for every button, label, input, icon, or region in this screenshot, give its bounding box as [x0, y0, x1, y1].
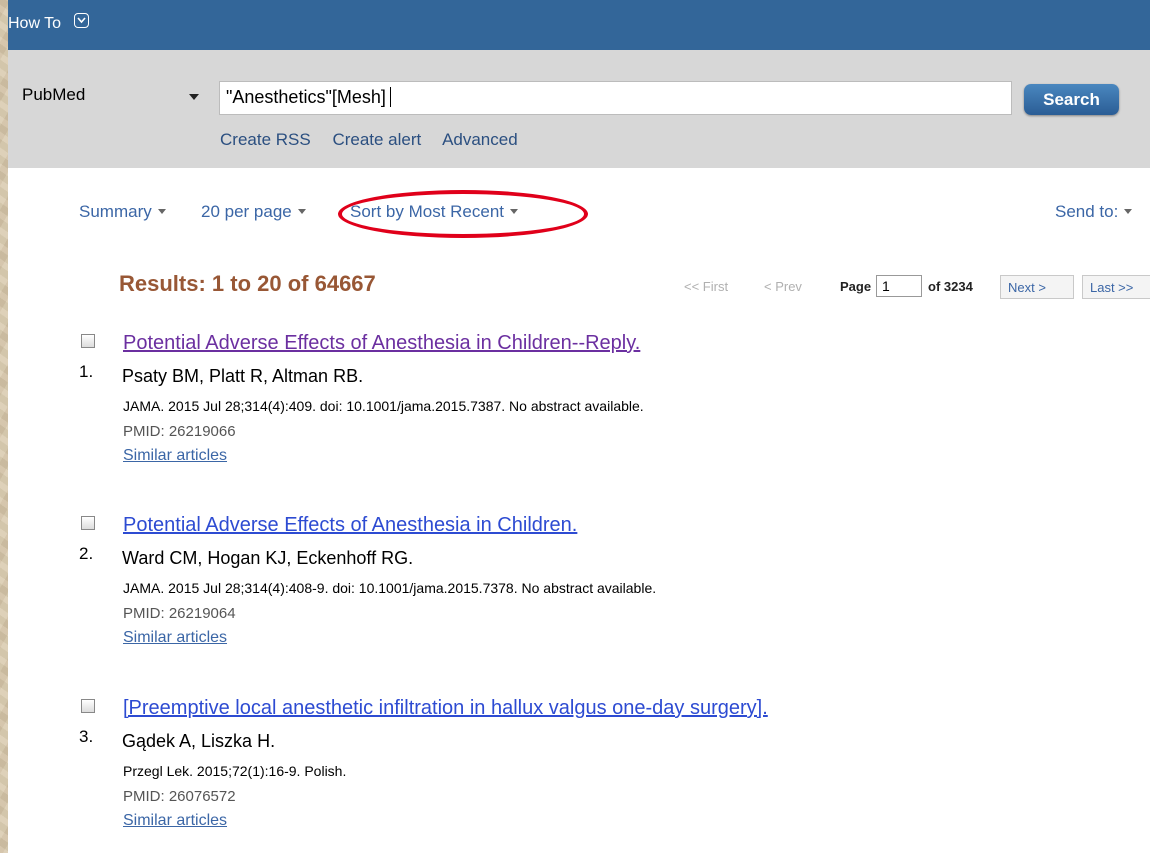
database-select[interactable]: PubMed [18, 82, 208, 110]
text-caret [389, 87, 391, 107]
pager-page-label: Page [840, 279, 872, 294]
result-pmid: PMID: 26219064 [123, 605, 236, 622]
result-title-link[interactable]: Potential Adverse Effects of Anesthesia … [123, 514, 577, 537]
advanced-link[interactable]: Advanced [442, 130, 518, 149]
search-input-value: "Anesthetics"[Mesh] [226, 87, 386, 107]
create-alert-link[interactable]: Create alert [332, 130, 421, 149]
pager-total: of 3234 [928, 279, 973, 294]
create-rss-link[interactable]: Create RSS [220, 130, 311, 149]
result-item: Potential Adverse Effects of Anesthesia … [8, 514, 1150, 664]
result-item: Potential Adverse Effects of Anesthesia … [8, 332, 1150, 482]
pager-prev[interactable]: < Prev [764, 279, 802, 294]
dropdown-arrow-icon [189, 94, 199, 100]
similar-articles-link[interactable]: Similar articles [123, 629, 227, 647]
send-to-menu-label: Send to: [1055, 202, 1119, 221]
result-item: [Preemptive local anesthetic infiltratio… [8, 697, 1150, 847]
format-menu-label: Summary [79, 202, 152, 221]
result-pmid: PMID: 26076572 [123, 788, 236, 805]
result-number: 3. [79, 727, 94, 746]
search-button[interactable]: Search [1024, 84, 1119, 115]
result-authors: Gądek A, Liszka H. [122, 731, 276, 751]
result-checkbox[interactable] [81, 516, 95, 530]
pager-next-button[interactable]: Next > [1000, 275, 1074, 299]
pager-first[interactable]: << First [684, 279, 728, 294]
result-checkbox[interactable] [81, 699, 95, 713]
send-to-menu[interactable]: Send to: [1055, 202, 1133, 222]
search-input[interactable]: "Anesthetics"[Mesh] [219, 81, 1012, 115]
howto-bar: How To [8, 0, 1150, 50]
pager-last-button[interactable]: Last >> [1082, 275, 1150, 299]
chevron-down-icon[interactable] [74, 13, 89, 28]
database-select-value: PubMed [22, 85, 86, 104]
per-page-menu[interactable]: 20 per page [201, 202, 306, 222]
per-page-menu-label: 20 per page [201, 202, 292, 221]
similar-articles-link[interactable]: Similar articles [123, 447, 227, 465]
howto-label[interactable]: How To [8, 15, 61, 33]
dropdown-arrow-icon [1124, 209, 1133, 214]
dropdown-arrow-icon [297, 209, 306, 214]
result-title-link[interactable]: [Preemptive local anesthetic infiltratio… [123, 697, 768, 720]
similar-articles-link[interactable]: Similar articles [123, 812, 227, 830]
result-citation: JAMA. 2015 Jul 28;314(4):408-9. doi: 10.… [123, 580, 657, 596]
search-band: PubMed "Anesthetics"[Mesh] Search Create… [8, 50, 1150, 168]
pager: << First < Prev Page 1 of 3234 Next > La… [8, 275, 1150, 301]
search-links: Create RSS Create alert Advanced [220, 130, 535, 150]
page-number-input[interactable]: 1 [876, 275, 922, 297]
dropdown-arrow-icon [157, 209, 166, 214]
result-checkbox[interactable] [81, 334, 95, 348]
result-authors: Ward CM, Hogan KJ, Eckenhoff RG. [122, 548, 414, 568]
result-authors: Psaty BM, Platt R, Altman RB. [122, 366, 364, 386]
result-citation: Przegl Lek. 2015;72(1):16-9. Polish. [123, 763, 347, 779]
result-number: 2. [79, 544, 94, 563]
format-menu[interactable]: Summary [79, 202, 166, 222]
pubmed-page: How To PubMed "Anesthetics"[Mesh] Search… [8, 0, 1150, 853]
highlight-oval [338, 190, 588, 238]
result-citation: JAMA. 2015 Jul 28;314(4):409. doi: 10.10… [123, 398, 644, 414]
result-title-link[interactable]: Potential Adverse Effects of Anesthesia … [123, 332, 640, 355]
result-number: 1. [79, 362, 94, 381]
result-pmid: PMID: 26219066 [123, 423, 236, 440]
